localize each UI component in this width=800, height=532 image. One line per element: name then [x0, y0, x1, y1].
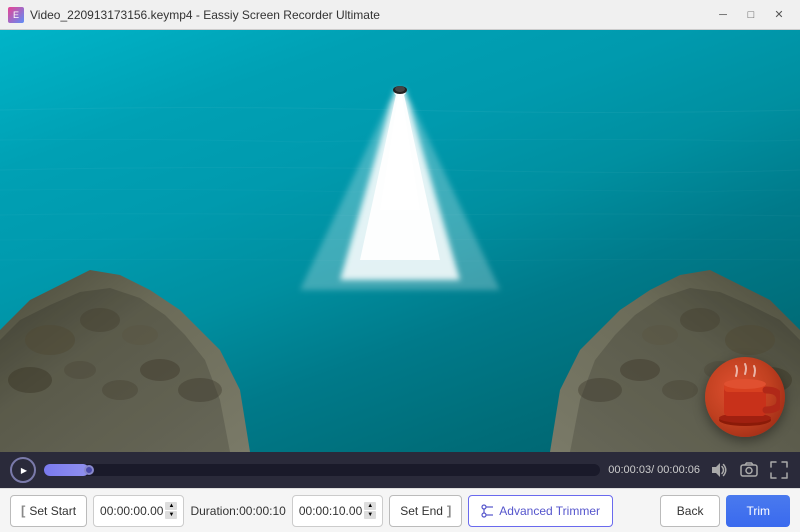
- time-display: 00:00:03/ 00:00:06: [608, 464, 700, 476]
- bracket-right-icon: ]: [447, 503, 451, 518]
- app-icon: E: [8, 7, 24, 23]
- play-button[interactable]: [10, 457, 36, 483]
- close-button[interactable]: ✕: [766, 5, 792, 25]
- set-end-button[interactable]: Set End ]: [389, 495, 462, 527]
- window-title: Video_220913173156.keymp4 - Eassiy Scree…: [30, 8, 380, 22]
- coffee-cup-icon: [710, 362, 780, 432]
- volume-icon[interactable]: [708, 459, 730, 481]
- advanced-trimmer-button[interactable]: Advanced Trimmer: [468, 495, 613, 527]
- progress-fill: [44, 464, 89, 476]
- trim-button[interactable]: Trim: [726, 495, 790, 527]
- watermark: [705, 357, 785, 437]
- minimize-button[interactable]: ─: [710, 5, 736, 25]
- end-time-input[interactable]: 00:00:10.00 ▲ ▼: [292, 495, 383, 527]
- set-start-button[interactable]: [ Set Start: [10, 495, 87, 527]
- start-time-up[interactable]: ▲: [165, 502, 177, 510]
- end-time-up[interactable]: ▲: [364, 502, 376, 510]
- video-player: [0, 30, 800, 452]
- start-time-input[interactable]: 00:00:00.00 ▲ ▼: [93, 495, 184, 527]
- window-controls: ─ □ ✕: [710, 5, 792, 25]
- bottom-toolbar: [ Set Start 00:00:00.00 ▲ ▼ Duration:00:…: [0, 488, 800, 532]
- bracket-left-icon: [: [21, 503, 25, 518]
- end-time-spinners: ▲ ▼: [364, 502, 376, 519]
- back-button[interactable]: Back: [660, 495, 721, 527]
- end-time-value: 00:00:10.00: [299, 504, 362, 518]
- fullscreen-icon[interactable]: [768, 459, 790, 481]
- end-time-down[interactable]: ▼: [364, 511, 376, 519]
- start-time-spinners: ▲ ▼: [165, 502, 177, 519]
- duration-display: Duration:00:00:10: [190, 504, 285, 518]
- trimmer-icon: [481, 504, 495, 518]
- maximize-button[interactable]: □: [738, 5, 764, 25]
- shore-right-svg: [0, 30, 800, 452]
- screenshot-icon[interactable]: [738, 459, 760, 481]
- title-bar-left: E Video_220913173156.keymp4 - Eassiy Scr…: [8, 7, 380, 23]
- progress-bar[interactable]: [44, 464, 600, 476]
- media-controls-bar: 00:00:03/ 00:00:06: [0, 452, 800, 488]
- title-bar: E Video_220913173156.keymp4 - Eassiy Scr…: [0, 0, 800, 30]
- progress-thumb: [84, 465, 94, 475]
- start-time-down[interactable]: ▼: [165, 511, 177, 519]
- start-time-value: 00:00:00.00: [100, 504, 163, 518]
